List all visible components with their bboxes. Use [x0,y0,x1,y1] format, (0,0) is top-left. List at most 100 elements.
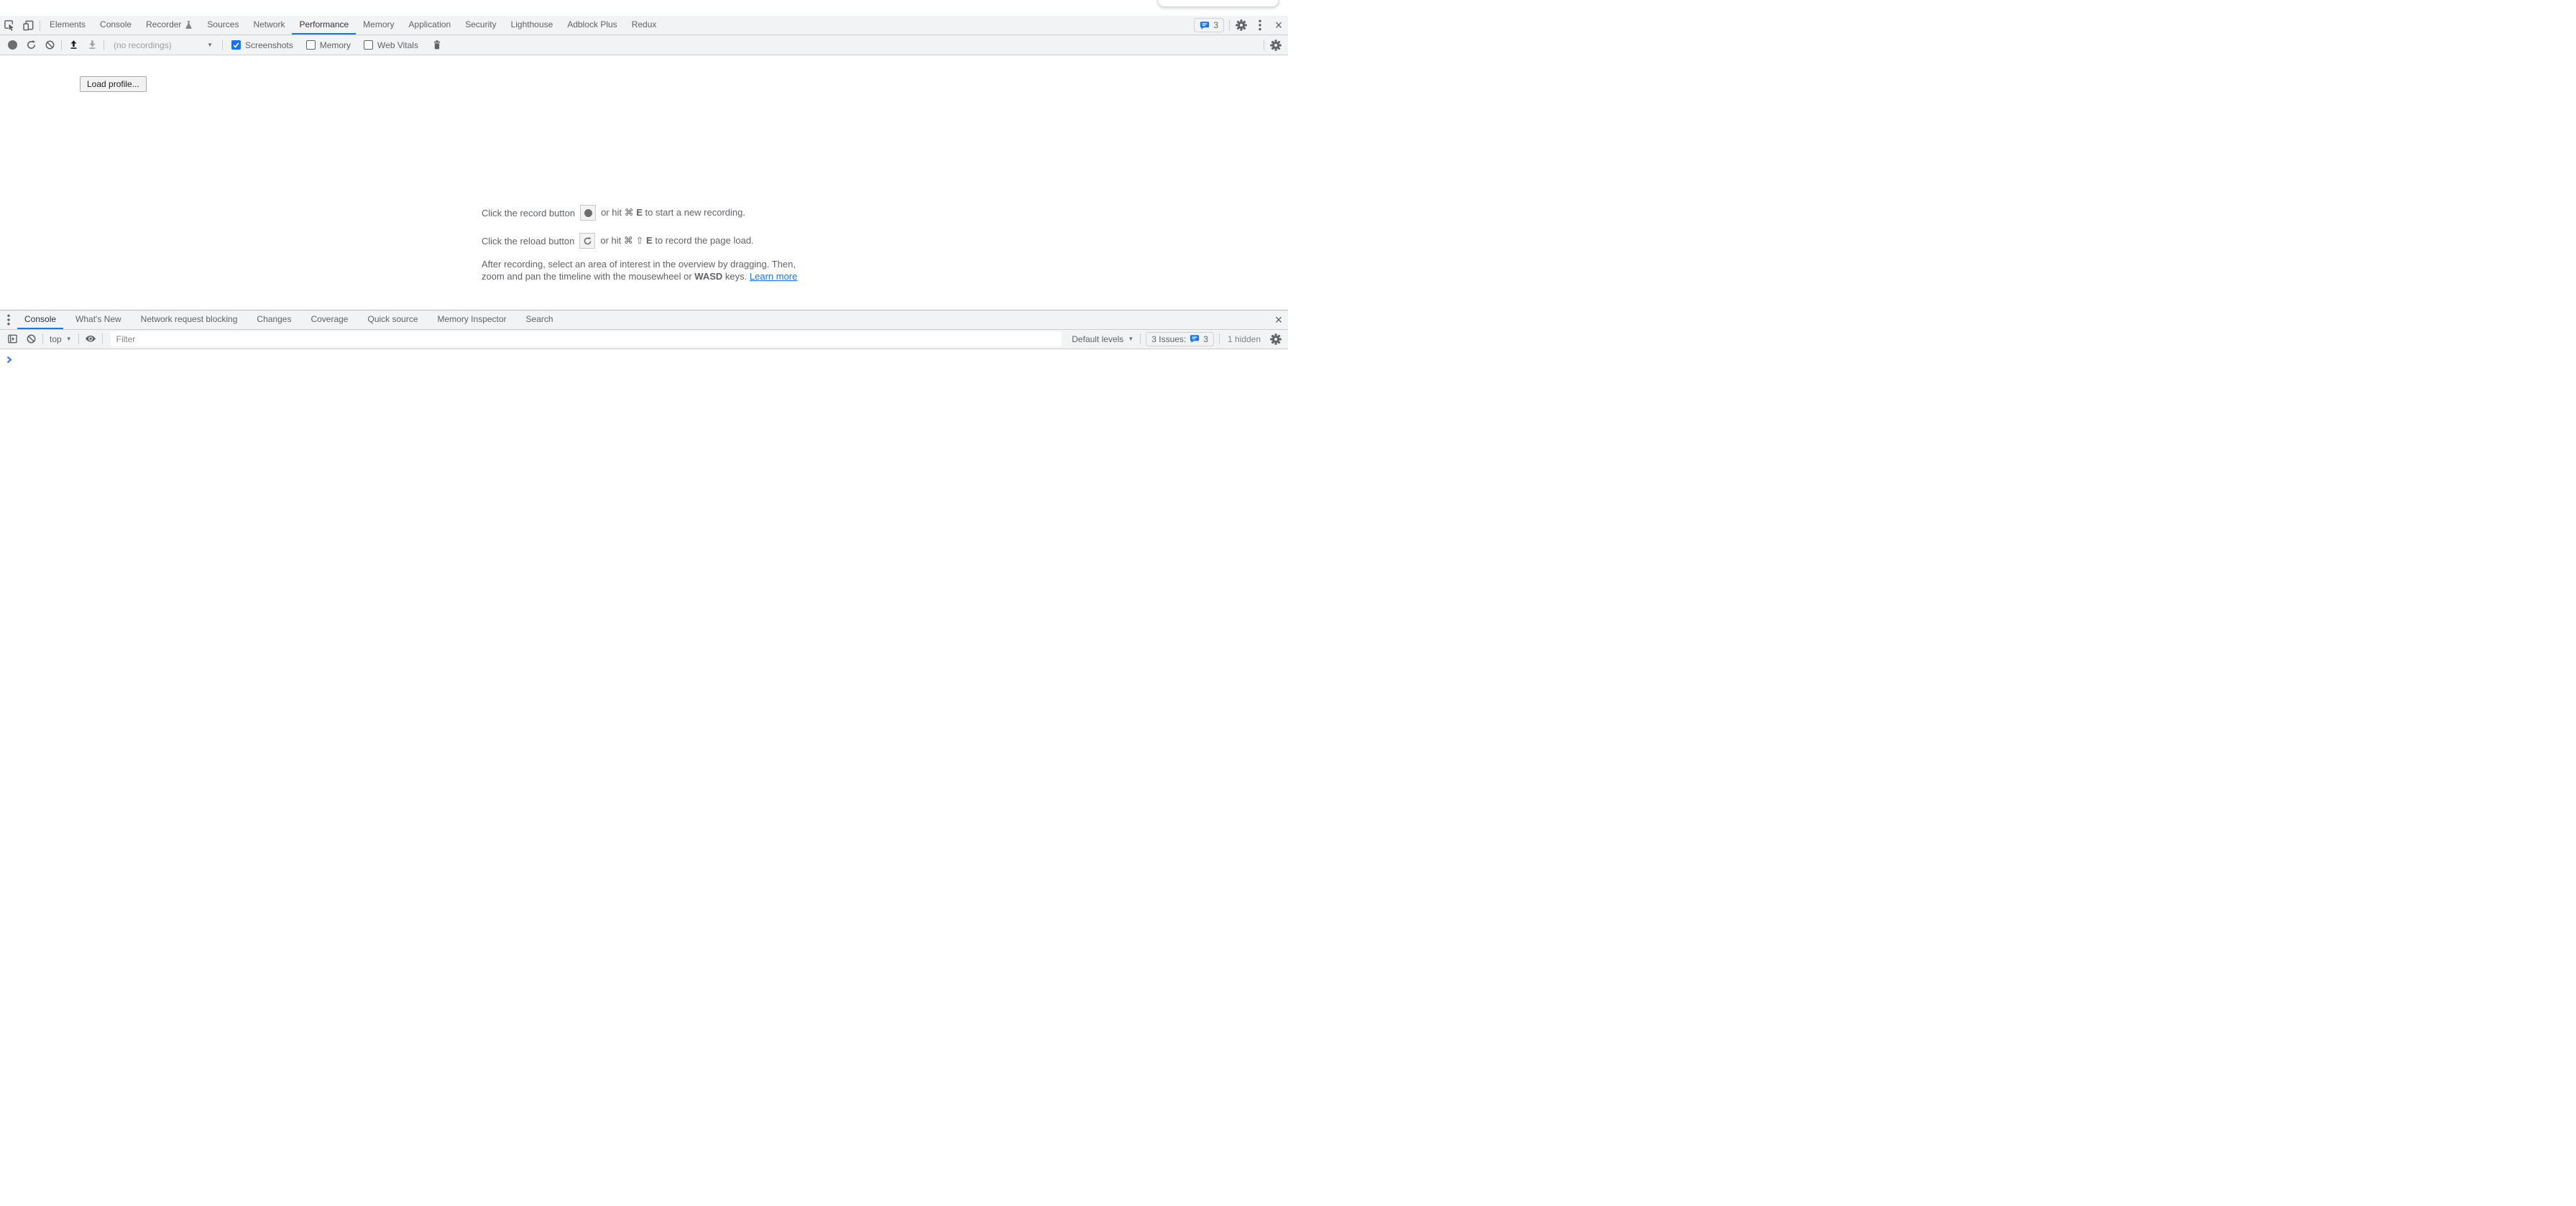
drawer-tab-quick-source[interactable]: Quick source [360,310,425,329]
close-drawer-button[interactable]: × [1269,313,1288,326]
reload-button-illustration [579,233,595,249]
drawer-tab-console[interactable]: Console [17,310,63,329]
reload-and-record-button[interactable] [22,37,40,54]
tab-elements[interactable]: Elements [42,16,93,34]
usage-hint: After recording, select an area of inter… [482,259,806,282]
chevron-down-icon: ▼ [66,336,72,342]
key-e: E [636,207,643,218]
record-button[interactable] [3,37,22,54]
cmd-key-glyph: ⌘ [624,235,633,246]
tab-memory[interactable]: Memory [356,16,401,34]
issues-count: 3 [1203,334,1208,344]
show-sidebar-icon [7,333,18,344]
divider [222,40,223,50]
devtools-window: Elements Console Recorder Sources Networ… [0,0,1288,603]
close-devtools-button[interactable]: × [1269,19,1288,32]
drawer-tab-memory-inspector[interactable]: Memory Inspector [431,310,514,329]
console-prompt[interactable] [6,354,13,367]
log-levels-dropdown[interactable]: Default levels ▼ [1067,334,1138,344]
performance-toolbar: (no recordings) ▼ Screenshots Memory Web… [0,35,1288,55]
memory-checkbox[interactable]: Memory [306,40,351,50]
execution-context-selector[interactable]: top ▼ [45,334,76,344]
tab-application[interactable]: Application [402,16,459,34]
save-profile-button[interactable] [83,37,101,54]
divider [78,333,79,344]
gear-icon [1270,333,1282,345]
checkbox-unchecked-icon [306,40,316,50]
web-vitals-checkbox[interactable]: Web Vitals [364,40,418,50]
experiment-flask-icon [185,20,193,29]
tab-network[interactable]: Network [246,16,292,34]
drawer-tab-changes[interactable]: Changes [249,310,298,329]
load-profile-button[interactable] [64,37,83,54]
issues-bubble-icon [1190,334,1200,344]
block-icon [26,333,37,344]
divider [102,333,103,344]
record-icon [8,40,17,50]
gear-icon [1236,19,1247,31]
tab-redux[interactable]: Redux [625,16,664,34]
clear-button[interactable] [40,37,59,54]
drawer-more-tools-button[interactable] [0,310,17,329]
block-icon [45,40,55,50]
tab-performance[interactable]: Performance [292,16,356,34]
record-button-illustration [580,205,596,221]
tab-lighthouse[interactable]: Lighthouse [504,16,561,34]
upload-icon [68,40,79,50]
drawer-tab-search[interactable]: Search [519,310,561,329]
chevron-down-icon: ▼ [207,42,213,48]
learn-more-link[interactable]: Learn more [750,271,797,282]
divider [61,40,62,50]
tab-sources[interactable]: Sources [200,16,246,34]
tab-recorder[interactable]: Recorder [139,16,200,34]
issues-bubble-icon [1200,21,1210,30]
gear-icon [1270,40,1282,51]
divider [1219,333,1220,344]
drawer-tab-network-request-blocking[interactable]: Network request blocking [134,310,245,329]
drawer-tab-coverage[interactable]: Coverage [303,310,355,329]
console-prompt-chevron-icon [6,356,13,364]
console-messages-area[interactable] [0,349,1288,604]
issues-count: 3 [1213,20,1218,30]
trash-icon [432,40,442,50]
kebab-menu-icon [1259,19,1261,31]
issues-counter-button[interactable]: 3 [1194,18,1224,32]
tab-console[interactable]: Console [93,16,139,34]
divider [1140,333,1141,344]
eye-icon [85,333,96,344]
kebab-menu-icon [7,314,10,326]
main-tabbar: Elements Console Recorder Sources Networ… [0,16,1288,35]
reload-instruction: Click the reload button or hit ⌘ ⇧ E to … [482,233,806,249]
cmd-key-glyph: ⌘ [625,207,634,218]
device-toolbar-button[interactable] [19,16,37,34]
divider [1229,20,1230,31]
tab-security[interactable]: Security [458,16,503,34]
checkbox-unchecked-icon [364,40,373,50]
browser-popup-fragment [1157,0,1279,7]
hidden-messages-count: 1 hidden [1228,334,1261,344]
clear-console-button[interactable] [22,331,40,348]
console-filter-input[interactable] [111,331,1062,346]
record-icon [584,209,592,217]
drawer-tab-whats-new[interactable]: What's New [68,310,129,329]
drawer-tabbar: Console What's New Network request block… [0,310,1288,330]
recordings-select[interactable]: (no recordings) ▼ [109,37,217,53]
console-settings-button[interactable] [1266,331,1285,348]
more-options-button[interactable] [1251,19,1269,31]
checkbox-checked-icon [231,40,241,50]
gc-button[interactable] [428,37,446,54]
create-live-expression-button[interactable] [81,331,100,348]
screenshots-checkbox[interactable]: Screenshots [231,40,293,50]
console-sidebar-toggle-button[interactable] [3,331,22,348]
close-icon: × [1275,18,1283,32]
download-icon [87,40,98,50]
reload-icon [26,40,37,50]
settings-button[interactable] [1232,19,1251,31]
record-instruction: Click the record button or hit ⌘ E to st… [482,205,806,221]
capture-settings-button[interactable] [1266,37,1285,54]
console-issues-button[interactable]: 3 Issues: 3 [1146,332,1214,346]
inspect-element-button[interactable] [0,16,19,34]
empty-state-instructions: Click the record button or hit ⌘ E to st… [482,205,806,282]
key-e: E [646,235,653,246]
tab-adblock-plus[interactable]: Adblock Plus [560,16,624,34]
